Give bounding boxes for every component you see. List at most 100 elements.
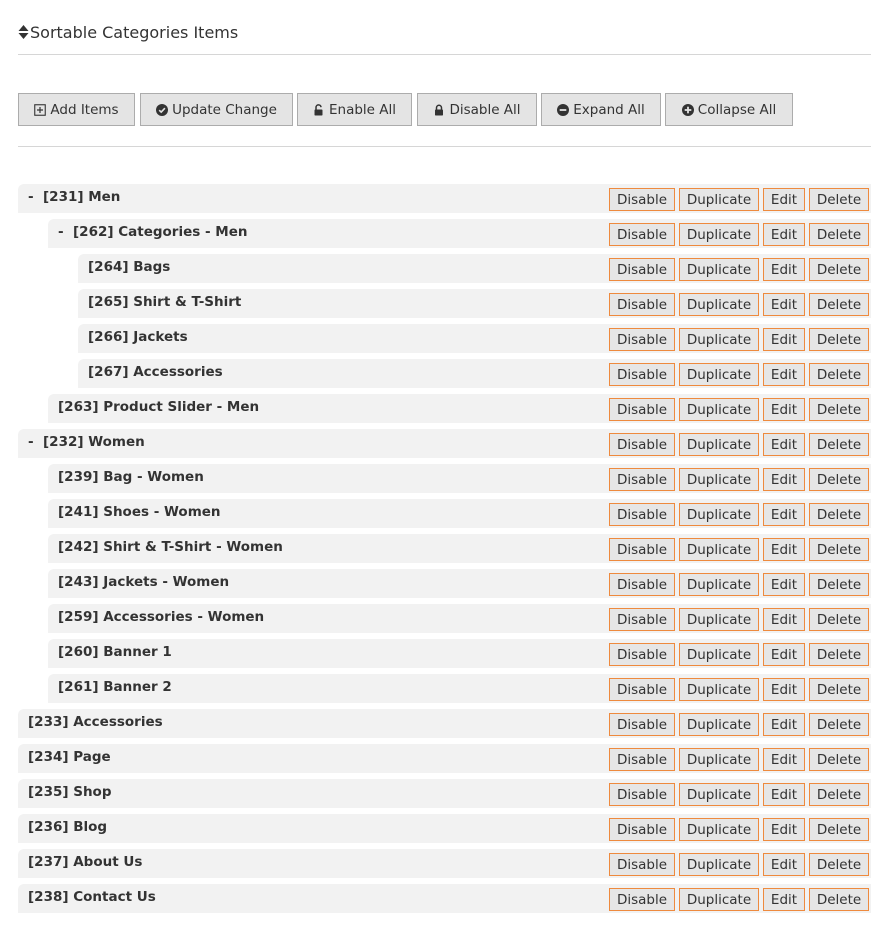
disable-button[interactable]: Disable — [609, 783, 675, 806]
tree-item-row[interactable]: [263] Product Slider - Men Disable Duplica… — [0, 393, 886, 424]
edit-button[interactable]: Edit — [763, 713, 805, 736]
edit-button[interactable]: Edit — [763, 433, 805, 456]
tree-item-row[interactable]: [241] Shoes - Women Disable Duplicate Edit D… — [0, 498, 886, 529]
duplicate-button[interactable]: Duplicate — [679, 678, 759, 701]
delete-button[interactable]: Delete — [809, 853, 869, 876]
delete-button[interactable]: Delete — [809, 538, 869, 561]
disable-button[interactable]: Disable — [609, 293, 675, 316]
edit-button[interactable]: Edit — [763, 608, 805, 631]
duplicate-button[interactable]: Duplicate — [679, 818, 759, 841]
disable-button[interactable]: Disable — [609, 818, 675, 841]
duplicate-button[interactable]: Duplicate — [679, 538, 759, 561]
disable-button[interactable]: Disable — [609, 398, 675, 421]
duplicate-button[interactable]: Duplicate — [679, 643, 759, 666]
disable-button[interactable]: Disable — [609, 853, 675, 876]
delete-button[interactable]: Delete — [809, 293, 869, 316]
tree-item-row[interactable]: [265] Shirt & T-Shirt Disable Duplicate Edi… — [0, 288, 886, 319]
disable-button[interactable]: Disable — [609, 608, 675, 631]
delete-button[interactable]: Delete — [809, 188, 869, 211]
enable-all-button[interactable]: Enable All — [297, 93, 412, 126]
disable-button[interactable]: Disable — [609, 468, 675, 491]
duplicate-button[interactable]: Duplicate — [679, 188, 759, 211]
delete-button[interactable]: Delete — [809, 468, 869, 491]
delete-button[interactable]: Delete — [809, 503, 869, 526]
disable-button[interactable]: Disable — [609, 573, 675, 596]
delete-button[interactable]: Delete — [809, 328, 869, 351]
edit-button[interactable]: Edit — [763, 678, 805, 701]
disable-button[interactable]: Disable — [609, 363, 675, 386]
delete-button[interactable]: Delete — [809, 363, 869, 386]
tree-item-row[interactable]: [267] Accessories Disable Duplicate Edit Del… — [0, 358, 886, 389]
disable-button[interactable]: Disable — [609, 748, 675, 771]
add-items-button[interactable]: Add Items — [18, 93, 135, 126]
delete-button[interactable]: Delete — [809, 608, 869, 631]
edit-button[interactable]: Edit — [763, 573, 805, 596]
edit-button[interactable]: Edit — [763, 783, 805, 806]
duplicate-button[interactable]: Duplicate — [679, 363, 759, 386]
duplicate-button[interactable]: Duplicate — [679, 888, 759, 911]
tree-item-row[interactable]: - [231] Men Disable Duplicate Edit Delete — [0, 183, 886, 214]
disable-button[interactable]: Disable — [609, 258, 675, 281]
edit-button[interactable]: Edit — [763, 398, 805, 421]
tree-item-row[interactable]: [266] Jackets Disable Duplicate Edit Delete — [0, 323, 886, 354]
edit-button[interactable]: Edit — [763, 538, 805, 561]
tree-item-row[interactable]: [233] Accessories Disable Duplicate Edit Del… — [0, 708, 886, 739]
duplicate-button[interactable]: Duplicate — [679, 713, 759, 736]
disable-button[interactable]: Disable — [609, 678, 675, 701]
edit-button[interactable]: Edit — [763, 188, 805, 211]
edit-button[interactable]: Edit — [763, 328, 805, 351]
disable-button[interactable]: Disable — [609, 888, 675, 911]
tree-item-toggle[interactable]: - — [28, 188, 34, 206]
delete-button[interactable]: Delete — [809, 888, 869, 911]
edit-button[interactable]: Edit — [763, 748, 805, 771]
delete-button[interactable]: Delete — [809, 643, 869, 666]
tree-item-row[interactable]: - [232] Women Disable Duplicate Edit Delete — [0, 428, 886, 459]
duplicate-button[interactable]: Duplicate — [679, 783, 759, 806]
tree-item-row[interactable]: [242] Shirt & T-Shirt - Women Disable Dupl… — [0, 533, 886, 564]
delete-button[interactable]: Delete — [809, 678, 869, 701]
update-change-button[interactable]: Update Change — [140, 93, 293, 126]
edit-button[interactable]: Edit — [763, 888, 805, 911]
tree-item-row[interactable]: [238] Contact Us Disable Duplicate Edit Dele… — [0, 883, 886, 914]
expand-all-button[interactable]: Expand All — [541, 93, 661, 126]
tree-item-row[interactable]: [243] Jackets - Women Disable Duplicate Edi… — [0, 568, 886, 599]
edit-button[interactable]: Edit — [763, 468, 805, 491]
delete-button[interactable]: Delete — [809, 258, 869, 281]
edit-button[interactable]: Edit — [763, 818, 805, 841]
disable-button[interactable]: Disable — [609, 433, 675, 456]
duplicate-button[interactable]: Duplicate — [679, 608, 759, 631]
delete-button[interactable]: Delete — [809, 818, 869, 841]
tree-item-row[interactable]: [264] Bags Disable Duplicate Edit Delete — [0, 253, 886, 284]
disable-button[interactable]: Disable — [609, 223, 675, 246]
disable-button[interactable]: Disable — [609, 503, 675, 526]
collapse-all-button[interactable]: Collapse All — [665, 93, 793, 126]
duplicate-button[interactable]: Duplicate — [679, 503, 759, 526]
edit-button[interactable]: Edit — [763, 363, 805, 386]
disable-button[interactable]: Disable — [609, 713, 675, 736]
edit-button[interactable]: Edit — [763, 853, 805, 876]
duplicate-button[interactable]: Duplicate — [679, 258, 759, 281]
tree-item-row[interactable]: [259] Accessories - Women Disable Duplicat… — [0, 603, 886, 634]
duplicate-button[interactable]: Duplicate — [679, 328, 759, 351]
edit-button[interactable]: Edit — [763, 293, 805, 316]
disable-button[interactable]: Disable — [609, 188, 675, 211]
edit-button[interactable]: Edit — [763, 643, 805, 666]
sort-icon[interactable] — [18, 24, 29, 40]
duplicate-button[interactable]: Duplicate — [679, 468, 759, 491]
duplicate-button[interactable]: Duplicate — [679, 433, 759, 456]
tree-item-row[interactable]: [236] Blog Disable Duplicate Edit Delete — [0, 813, 886, 844]
delete-button[interactable]: Delete — [809, 223, 869, 246]
delete-button[interactable]: Delete — [809, 573, 869, 596]
disable-button[interactable]: Disable — [609, 328, 675, 351]
duplicate-button[interactable]: Duplicate — [679, 853, 759, 876]
disable-button[interactable]: Disable — [609, 538, 675, 561]
duplicate-button[interactable]: Duplicate — [679, 748, 759, 771]
delete-button[interactable]: Delete — [809, 433, 869, 456]
tree-item-row[interactable]: [261] Banner 2 Disable Duplicate Edit Delete — [0, 673, 886, 704]
tree-item-toggle[interactable]: - — [58, 223, 64, 241]
edit-button[interactable]: Edit — [763, 223, 805, 246]
delete-button[interactable]: Delete — [809, 398, 869, 421]
disable-button[interactable]: Disable — [609, 643, 675, 666]
duplicate-button[interactable]: Duplicate — [679, 223, 759, 246]
disable-all-button[interactable]: Disable All — [417, 93, 537, 126]
